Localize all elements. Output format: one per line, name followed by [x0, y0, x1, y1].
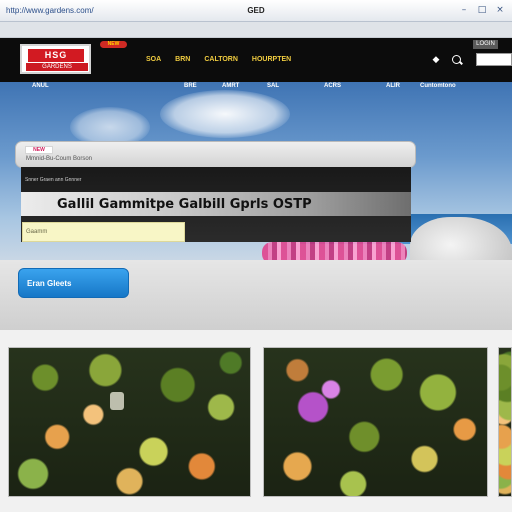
gallery-card[interactable] [8, 347, 251, 497]
window-controls: – □ × [458, 4, 506, 16]
hero-nav-item-5[interactable]: ACRS [324, 82, 341, 91]
hero-nav: ANUL BRE AMRT SAL ACRS ALIR Cuntomtono [0, 82, 512, 92]
headline-pill: Gaamm [22, 222, 185, 242]
gallery-card[interactable] [498, 347, 512, 497]
headline-title: Gallil Gammitpe Galbill Gprls OSTP [57, 197, 312, 212]
site-logo[interactable]: HSG GARDENS [20, 44, 91, 74]
maximize-icon[interactable]: □ [476, 4, 488, 16]
browser-url[interactable]: http://www.gardens.com/ [6, 5, 126, 16]
site-header: HSG GARDENS NEW SOA BRN CALTORN HOURPTEN… [0, 38, 512, 82]
logo-main-text: HSG [28, 49, 84, 62]
garden-image [499, 348, 511, 496]
hero-nav-item-1[interactable]: ANUL [32, 82, 49, 91]
hero-nav-item-4[interactable]: SAL [267, 82, 279, 91]
search-tag: NEW [25, 146, 53, 154]
hero-nav-item-6[interactable]: ALIR [386, 82, 400, 91]
browser-toolbar [0, 22, 512, 38]
headline-pill-text: Gaamm [26, 229, 48, 235]
garden-image [264, 348, 487, 496]
top-nav-item-2[interactable]: BRN [175, 55, 190, 64]
top-nav-item-1[interactable]: SOA [146, 55, 161, 64]
search-panel-text: Mmnid-Bu-Coum Borson [26, 156, 93, 162]
gallery-card[interactable] [263, 347, 488, 497]
hero-search-panel[interactable]: NEW Mmnid-Bu-Coum Borson [15, 141, 416, 168]
garden-figure [110, 392, 125, 411]
top-nav-item-3[interactable]: CALTORN [204, 55, 238, 64]
garden-image [9, 348, 250, 496]
hero-nav-item-2[interactable]: BRE [184, 82, 197, 91]
headline-meta: Snner Graen ann Gnnner [25, 177, 82, 183]
top-nav: SOA BRN CALTORN HOURPTEN [146, 55, 291, 64]
gallery [0, 330, 512, 512]
hero-nav-item-3[interactable]: AMRT [222, 82, 239, 91]
login-button[interactable]: LOGIN [473, 40, 498, 49]
top-nav-item-4[interactable]: HOURPTEN [252, 55, 291, 64]
browser-title-bar: http://www.gardens.com/ GED – □ × [0, 0, 512, 22]
minimize-icon[interactable]: – [458, 4, 470, 16]
new-badge: NEW [100, 41, 127, 48]
browser-title: GED [247, 6, 265, 15]
logo-sub-text: GARDENS [26, 63, 88, 71]
header-search-input[interactable] [476, 53, 512, 66]
close-icon[interactable]: × [494, 4, 506, 16]
cloud-image [160, 90, 290, 138]
cta-button[interactable]: Eran Gleets [18, 268, 129, 298]
diamond-icon[interactable]: ◆ [430, 54, 442, 66]
search-icon[interactable] [451, 54, 463, 66]
hero-nav-item-7[interactable]: Cuntomtono [420, 82, 456, 91]
hero-banner: ANUL BRE AMRT SAL ACRS ALIR Cuntomtono N… [0, 82, 512, 330]
